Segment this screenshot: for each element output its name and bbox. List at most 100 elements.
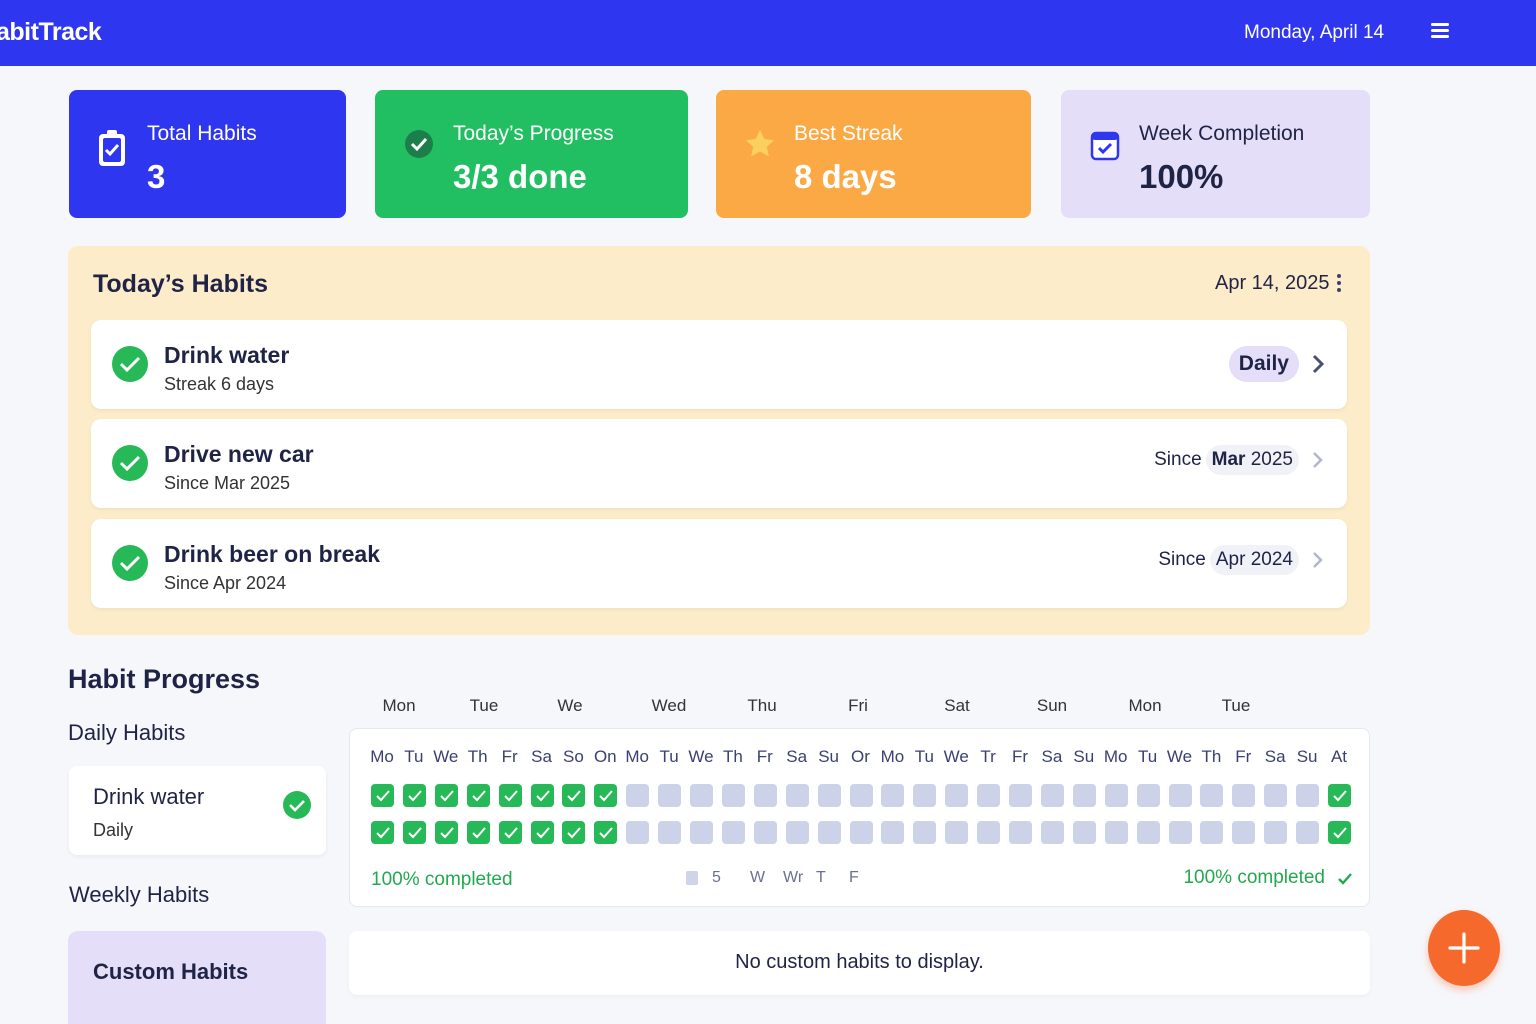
day-cell-empty[interactable] [945, 821, 969, 844]
day-cell-done[interactable] [434, 784, 458, 807]
check-circle-icon[interactable] [111, 544, 149, 582]
day-cell-empty[interactable] [690, 821, 713, 844]
day-label: At [1330, 747, 1348, 766]
day-cell-done[interactable] [498, 821, 522, 844]
day-cell-empty[interactable] [881, 784, 905, 807]
day-label: Fr [1235, 747, 1252, 766]
day-cell-done[interactable] [594, 821, 618, 844]
day-cell-done[interactable] [562, 784, 586, 807]
day-cell-empty[interactable] [1232, 821, 1256, 844]
habit-name: Drink beer on break [164, 541, 381, 567]
day-label: Sa [786, 747, 808, 766]
stat-card-today-progress: Today’s Progress 3/3 done [375, 90, 688, 218]
day-cell-empty[interactable] [721, 784, 745, 807]
day-label: Mo [370, 747, 394, 766]
stat-value: 8 days [794, 158, 897, 195]
habit-row[interactable]: Drink beer on break Since Apr 2024 Since… [91, 519, 1347, 608]
day-cell-empty[interactable] [1040, 821, 1064, 844]
day-cell-empty[interactable] [1040, 784, 1064, 807]
day-cell-empty[interactable] [1264, 821, 1288, 844]
day-cell-done[interactable] [466, 784, 490, 807]
chevron-right-icon[interactable] [1309, 549, 1327, 571]
day-cell-empty[interactable] [1200, 784, 1224, 807]
chevron-right-icon[interactable] [1309, 353, 1327, 375]
day-cell-empty[interactable] [785, 821, 809, 844]
lock-icon [686, 871, 698, 885]
chevron-right-icon[interactable] [1309, 449, 1327, 471]
day-cell-done[interactable] [530, 784, 554, 807]
since-month: Mar [1211, 449, 1246, 470]
day-cell-empty[interactable] [658, 784, 682, 807]
day-cell-empty[interactable] [1168, 784, 1192, 807]
day-cell-done[interactable] [594, 784, 618, 807]
day-cell-empty[interactable] [753, 821, 777, 844]
day-cell-empty[interactable] [913, 784, 937, 807]
day-cell-empty[interactable] [626, 784, 650, 807]
hamburger-menu-icon[interactable] [1428, 20, 1452, 44]
day-cell-empty[interactable] [1296, 821, 1320, 844]
day-cell-done[interactable] [371, 784, 394, 807]
check-circle-icon[interactable] [111, 444, 149, 482]
day-cell-empty[interactable] [817, 784, 841, 807]
daily-habit-card[interactable]: Drink water Daily [69, 766, 326, 855]
day-cell-empty[interactable] [977, 784, 1001, 807]
day-cell-done[interactable] [1328, 821, 1351, 844]
day-cell-empty[interactable] [1104, 784, 1128, 807]
day-cell-empty[interactable] [1264, 784, 1288, 807]
top-bar: abitTrack Monday, April 14 [0, 0, 1536, 66]
day-cell-empty[interactable] [1009, 784, 1032, 807]
day-cell-done[interactable] [562, 821, 586, 844]
weekday-label: Mon [382, 696, 416, 715]
day-cell-empty[interactable] [753, 784, 777, 807]
day-cell-empty[interactable] [785, 784, 809, 807]
day-cell-empty[interactable] [945, 784, 969, 807]
day-cell-empty[interactable] [1136, 821, 1160, 844]
weekday-label: Fri [848, 696, 868, 715]
day-cell-done[interactable] [402, 784, 426, 807]
day-cell-empty[interactable] [977, 821, 1001, 844]
weekday-label: Sun [1036, 696, 1068, 715]
day-cell-empty[interactable] [1232, 784, 1256, 807]
day-cell-done[interactable] [466, 821, 490, 844]
day-cell-empty[interactable] [1200, 821, 1224, 844]
since-label: Since [1158, 549, 1206, 570]
day-cell-empty[interactable] [849, 821, 873, 844]
day-cell-empty[interactable] [881, 821, 905, 844]
habit-row[interactable]: Drive new car Since Mar 2025 Since Mar 2… [91, 419, 1347, 508]
custom-habits-tab[interactable]: Custom Habits [68, 931, 326, 1024]
day-cell-empty[interactable] [913, 821, 937, 844]
day-cell-done[interactable] [371, 821, 394, 844]
todays-habits-panel: Today’s Habits Apr 14, 2025 Drink water … [68, 246, 1370, 635]
check-icon [599, 790, 614, 802]
kebab-menu-icon[interactable] [1334, 274, 1344, 294]
check-circle-icon[interactable] [111, 345, 149, 383]
day-cell-empty[interactable] [658, 821, 682, 844]
day-cell-empty[interactable] [1296, 784, 1320, 807]
app-brand[interactable]: abitTrack [0, 18, 102, 47]
day-cell-empty[interactable] [849, 784, 873, 807]
day-cell-done[interactable] [402, 821, 426, 844]
day-label: Mo [880, 747, 905, 766]
day-label: Su [818, 747, 839, 766]
day-cell-empty[interactable] [626, 821, 650, 844]
day-cell-done[interactable] [498, 784, 522, 807]
day-cell-empty[interactable] [1104, 821, 1128, 844]
add-habit-button[interactable] [1428, 910, 1500, 986]
day-cell-empty[interactable] [721, 821, 745, 844]
day-cell-done[interactable] [434, 821, 458, 844]
star-icon [746, 130, 774, 157]
day-cell-empty[interactable] [1009, 821, 1032, 844]
day-cell-empty[interactable] [690, 784, 713, 807]
day-cell-empty[interactable] [1072, 784, 1096, 807]
day-cell-empty[interactable] [817, 821, 841, 844]
day-cell-empty[interactable] [1168, 821, 1192, 844]
day-cell-empty[interactable] [1136, 784, 1160, 807]
mini-day-label: 5 [712, 869, 721, 886]
since-date-badge: Mar 2025 [1205, 445, 1299, 475]
check-icon [440, 790, 454, 802]
day-cell-empty[interactable] [1072, 821, 1096, 844]
left-completion-text: 100% completed [371, 869, 513, 890]
day-cell-done[interactable] [530, 821, 554, 844]
habit-row[interactable]: Drink water Streak 6 days Daily [91, 320, 1347, 409]
day-cell-done[interactable] [1328, 784, 1351, 807]
